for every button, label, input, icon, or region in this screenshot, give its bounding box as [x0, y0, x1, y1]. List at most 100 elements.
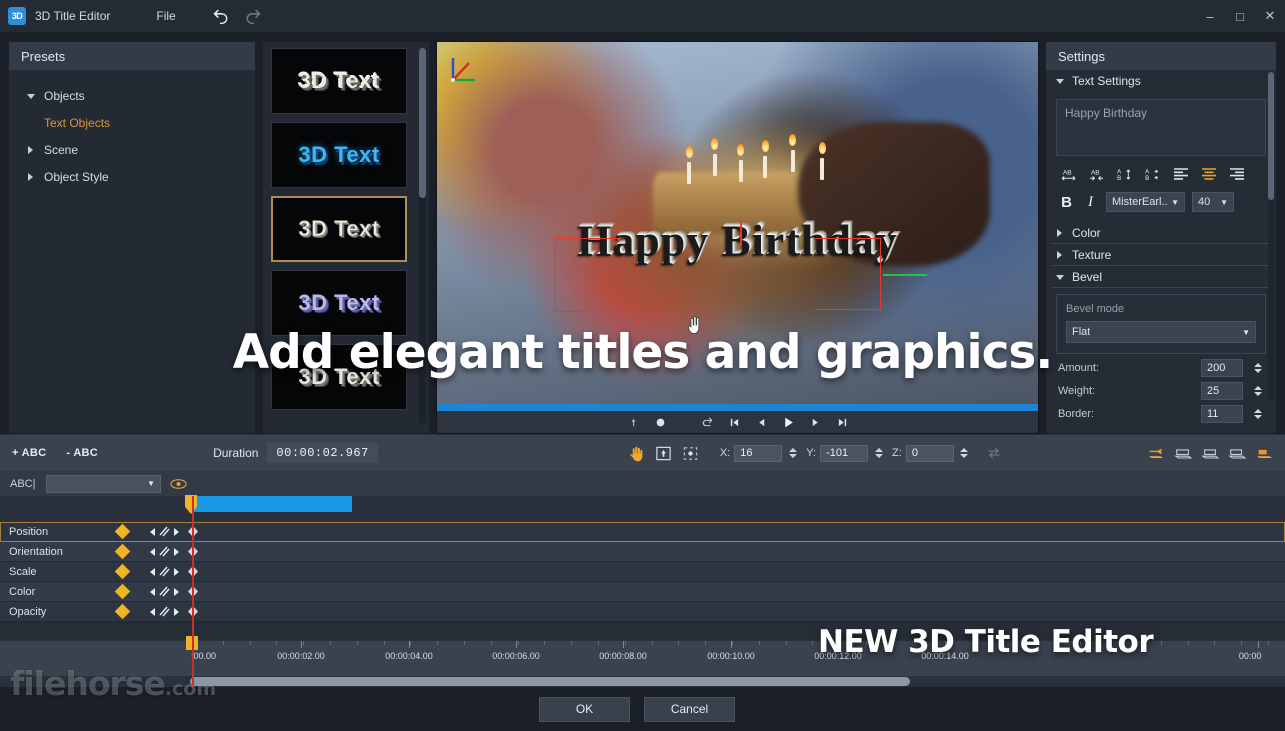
keyframe-mark-icon[interactable] — [653, 416, 667, 428]
ruler-tick-minor — [678, 641, 679, 645]
section-texture[interactable]: Texture — [1052, 244, 1270, 266]
camera-view-2-icon[interactable] — [1174, 444, 1192, 462]
camera-view-1-icon[interactable] — [1147, 444, 1165, 462]
thumbnails-scrollbar[interactable] — [419, 48, 426, 424]
bevel-border-stepper[interactable] — [1251, 405, 1264, 423]
coord-y-input[interactable]: -101 — [820, 444, 869, 462]
video-preview[interactable]: Happy Birthday — [437, 42, 1038, 404]
undo-arrow-icon[interactable] — [210, 8, 230, 24]
tree-item-scene[interactable]: Scene — [9, 136, 255, 163]
ruler-tick-minor — [732, 641, 733, 645]
bevel-weight-input[interactable]: 25 — [1201, 382, 1243, 400]
section-text-settings[interactable]: Text Settings — [1046, 70, 1276, 92]
jump-end-icon[interactable] — [835, 416, 849, 428]
camera-view-4-icon[interactable] — [1228, 444, 1246, 462]
chevron-down-icon[interactable] — [1056, 77, 1064, 85]
bevel-amount-input[interactable]: 200 — [1201, 359, 1243, 377]
bevel-weight-stepper[interactable] — [1251, 382, 1264, 400]
font-size-select[interactable]: 40 ▼ — [1192, 192, 1234, 212]
reset-transform-icon[interactable] — [985, 444, 1003, 462]
text-input-field[interactable]: Happy Birthday — [1056, 99, 1266, 156]
align-left-icon[interactable] — [1170, 165, 1192, 183]
close-button[interactable]: ✕ — [1255, 0, 1285, 33]
keyframe-toggle-icon[interactable] — [114, 583, 131, 600]
remove-text-button[interactable]: - ABC — [66, 447, 98, 459]
keyframe-nav[interactable] — [150, 525, 179, 538]
keyframe-nav[interactable] — [150, 565, 179, 578]
keyframe-prev-icon[interactable] — [626, 416, 640, 428]
rotate-object-icon[interactable] — [682, 444, 700, 462]
play-icon[interactable] — [781, 416, 795, 428]
camera-view-5-icon[interactable] — [1255, 444, 1273, 462]
bold-button[interactable]: B — [1058, 192, 1075, 212]
keyframe-toggle-icon[interactable] — [114, 603, 131, 620]
bevel-amount-stepper[interactable] — [1251, 359, 1264, 377]
keyframe-toggle-icon[interactable] — [114, 543, 131, 560]
chevron-right-icon[interactable] — [1056, 228, 1064, 237]
loop-icon[interactable] — [700, 416, 714, 428]
bevel-border-input[interactable]: 11 — [1201, 405, 1243, 423]
keyframe-nav[interactable] — [150, 605, 179, 618]
chevron-down-icon[interactable] — [1056, 273, 1064, 281]
keyframe-nav[interactable] — [150, 585, 179, 598]
ok-button[interactable]: OK — [539, 696, 630, 722]
settings-scrollbar[interactable] — [1268, 72, 1274, 402]
preview-panel: Happy Birthday — [436, 41, 1039, 434]
eye-icon[interactable] — [169, 477, 187, 491]
chevron-right-icon[interactable] — [1056, 250, 1064, 259]
coord-x-stepper[interactable] — [786, 444, 799, 462]
keyframe-next-icon — [174, 527, 179, 536]
tree-item-object-style[interactable]: Object Style — [9, 163, 255, 190]
section-bevel[interactable]: Bevel — [1052, 266, 1270, 288]
add-text-button[interactable]: + ABC — [12, 447, 46, 459]
minimize-button[interactable]: – — [1195, 0, 1225, 33]
keyframe-row-label: Color — [9, 585, 36, 598]
camera-view-3-icon[interactable] — [1201, 444, 1219, 462]
move-object-icon[interactable] — [655, 444, 673, 462]
preset-thumbnail[interactable]: 3D Text — [271, 270, 407, 336]
keyframe-ease-icon — [159, 526, 170, 537]
preset-thumbnail-selected[interactable]: 3D Text — [271, 196, 407, 262]
tree-item-objects[interactable]: Objects — [9, 82, 255, 109]
keyframe-nav[interactable] — [150, 545, 179, 558]
coord-z-stepper[interactable] — [958, 444, 971, 462]
tree-item-text-objects[interactable]: Text Objects — [9, 109, 255, 136]
chevron-down-icon: ▼ — [1220, 197, 1228, 207]
section-color[interactable]: Color — [1052, 222, 1270, 244]
bevel-mode-select[interactable]: Flat ▼ — [1066, 321, 1256, 343]
step-back-icon[interactable] — [754, 416, 768, 428]
redo-arrow-icon[interactable] — [244, 8, 264, 24]
coord-y-stepper[interactable] — [872, 444, 885, 462]
playhead[interactable] — [192, 496, 194, 687]
object-track-select[interactable]: ▼ — [46, 474, 161, 493]
preset-thumbnail[interactable]: 3D Text — [271, 122, 407, 188]
increase-letter-spacing-icon[interactable]: AB — [1058, 165, 1080, 183]
pan-hand-icon[interactable] — [628, 444, 646, 462]
increase-line-spacing-icon[interactable]: AB — [1114, 165, 1136, 183]
align-right-icon[interactable] — [1226, 165, 1248, 183]
preset-thumbnail[interactable]: 3D Text — [271, 48, 407, 114]
coord-z-input[interactable]: 0 — [905, 444, 954, 462]
decrease-letter-spacing-icon[interactable]: AB — [1086, 165, 1108, 183]
cancel-button[interactable]: Cancel — [644, 696, 735, 722]
align-center-icon[interactable] — [1198, 165, 1220, 183]
chevron-down-icon[interactable] — [27, 92, 35, 100]
menu-file[interactable]: File — [148, 5, 183, 27]
maximize-button[interactable]: □ — [1225, 0, 1255, 33]
preview-title-text[interactable]: Happy Birthday — [577, 216, 898, 267]
preview-progress-bar[interactable] — [437, 404, 1038, 411]
keyframe-toggle-icon[interactable] — [114, 563, 131, 580]
duration-value[interactable]: 00:00:02.967 — [267, 443, 378, 463]
coord-x-input[interactable]: 16 — [734, 444, 783, 462]
chevron-right-icon[interactable] — [27, 172, 35, 181]
italic-button[interactable]: I — [1082, 192, 1099, 212]
text-clip-bar[interactable] — [192, 496, 352, 512]
font-family-select[interactable]: MisterEarl... ▼ — [1106, 192, 1185, 212]
jump-start-icon[interactable] — [727, 416, 741, 428]
decrease-line-spacing-icon[interactable]: AB — [1142, 165, 1164, 183]
preset-thumbnail[interactable]: 3D Text — [271, 344, 407, 410]
keyframe-toggle-icon[interactable] — [114, 523, 131, 540]
step-forward-icon[interactable] — [808, 416, 822, 428]
chevron-right-icon[interactable] — [27, 145, 35, 154]
ruler-tick-major — [623, 641, 624, 648]
